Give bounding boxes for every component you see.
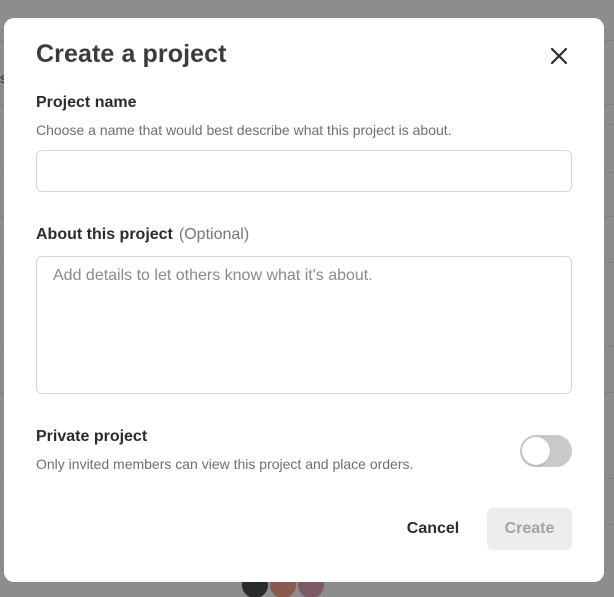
about-project-textarea[interactable] xyxy=(36,256,572,394)
cancel-button[interactable]: Cancel xyxy=(394,508,472,550)
project-name-label: Project name xyxy=(36,94,137,111)
toggle-knob xyxy=(522,437,550,465)
project-name-help: Choose a name that would best describe w… xyxy=(36,122,452,138)
dialog-title: Create a project xyxy=(36,40,227,68)
close-icon xyxy=(550,47,568,65)
optional-tag: (Optional) xyxy=(178,226,250,243)
project-name-input[interactable] xyxy=(36,150,572,192)
create-button[interactable]: Create xyxy=(487,508,572,550)
about-project-label: About this project (Optional) xyxy=(36,226,249,244)
about-project-label-text: About this project xyxy=(36,226,173,243)
create-project-dialog: Create a project Project name Choose a n… xyxy=(4,18,604,582)
private-project-help: Only invited members can view this proje… xyxy=(36,456,414,472)
private-project-toggle[interactable] xyxy=(520,435,572,467)
close-button[interactable] xyxy=(543,40,575,72)
private-project-label: Private project xyxy=(36,428,148,445)
